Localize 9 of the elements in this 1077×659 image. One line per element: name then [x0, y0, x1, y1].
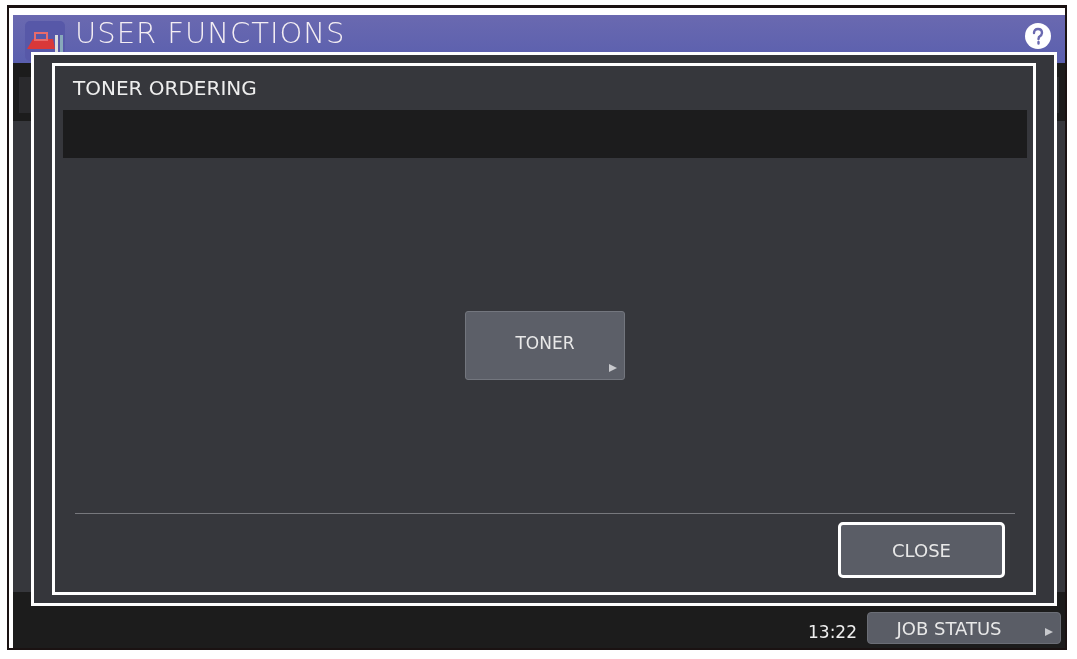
job-status-button[interactable]: JOB STATUS — [867, 612, 1061, 644]
close-button[interactable]: CLOSE — [838, 522, 1005, 578]
toner-button[interactable]: TONER — [465, 311, 625, 380]
play-icon — [1044, 627, 1054, 637]
help-icon[interactable] — [1025, 23, 1051, 49]
clock-time: 13:22 — [808, 622, 857, 642]
dialog-title: TONER ORDERING — [72, 75, 258, 102]
play-icon — [608, 363, 618, 373]
page-title: USER FUNCTIONS — [75, 15, 346, 51]
